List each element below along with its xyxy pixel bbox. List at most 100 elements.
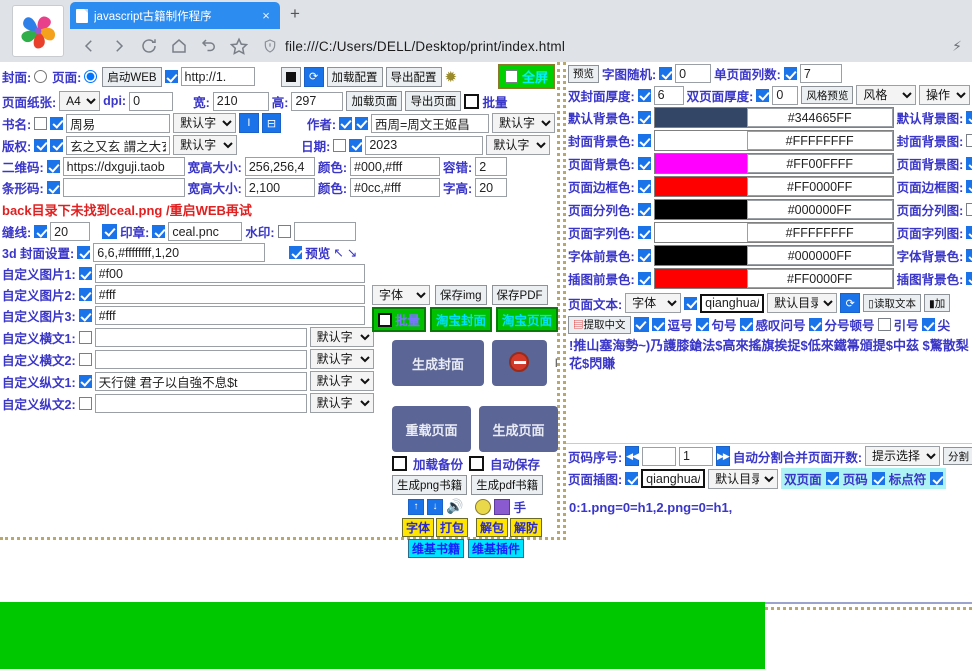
barcode-fh-input[interactable] [475,178,507,197]
custom-row-input[interactable] [95,285,365,304]
date-input[interactable] [365,136,483,155]
cover-radio[interactable] [34,70,47,83]
back-arrow-icon[interactable] [74,31,104,61]
unlock-button[interactable]: 解防 [510,518,542,537]
batch-green-checkbox[interactable] [378,313,392,327]
color-swatch-field[interactable] [654,130,894,151]
custom-row-font-select[interactable]: 默认字 [310,327,374,347]
barcode-color-input[interactable] [350,178,440,197]
taobao-cover-button[interactable]: 淘宝封面 [430,307,492,332]
extract-option-checkbox[interactable] [740,318,753,331]
color-swatch[interactable] [655,154,747,173]
font-tool-button[interactable]: 字体 [402,518,434,537]
cover3d-input[interactable] [93,243,265,262]
color-checkbox[interactable] [638,180,651,193]
author-font-select[interactable]: 默认字 [492,113,555,133]
page-text-body[interactable]: !推山塞海勢~)乃護膝鎗法$高來搖旗挨捉$低來鐵箒頒提$中茲 $驚散梨花$閃賺 [569,337,969,441]
color-checkbox[interactable] [638,111,651,124]
unpack-button[interactable]: 解包 [476,518,508,537]
custom-row-input[interactable] [95,264,365,283]
generate-page-button[interactable]: 生成页面 [479,406,558,452]
browser-tab-active[interactable]: javascript古籍制作程序 × [70,2,280,29]
color-swatch[interactable] [655,246,747,265]
read-text-button[interactable]: ▯读取文本 [863,294,921,312]
image-checkbox[interactable] [966,157,972,170]
custom-row-input[interactable] [95,372,307,391]
bookname-font-select[interactable]: 默认字 [173,113,236,133]
custom-row-checkbox[interactable] [79,397,92,410]
punctuation-checkbox[interactable] [930,472,943,485]
custom-row-font-select[interactable]: 默认字 [310,371,374,391]
color-hex-input[interactable] [747,154,893,173]
color-swatch[interactable] [655,200,747,219]
generate-cover-button[interactable]: 生成封面 [392,340,484,386]
page-text-font-select[interactable]: 字体 [625,293,681,313]
generate-png-book-button[interactable]: 生成png书籍 [392,475,467,495]
add-text-button[interactable]: ▮加 [924,294,950,312]
stamp-checkbox[interactable] [152,225,165,238]
page-illustration-input[interactable] [641,469,705,488]
fullscreen-button[interactable]: 全屏 [498,64,555,89]
refresh-icon[interactable]: ⟳ [840,293,860,313]
export-config-button[interactable]: 导出配置 [386,67,442,87]
web-url-input[interactable] [181,67,255,86]
fullscreen-checkbox[interactable] [505,70,518,83]
compass-icon[interactable] [494,499,510,515]
barcode-size-input[interactable] [245,178,315,197]
width-input[interactable] [213,92,269,111]
hand-tool-label[interactable]: 手 [513,497,526,516]
barcode-input[interactable] [63,178,185,197]
gear-icon[interactable]: ✹ [445,68,458,86]
author-input[interactable] [371,114,489,133]
custom-row-checkbox[interactable] [79,353,92,366]
close-icon[interactable]: × [258,8,274,23]
resize-se-icon[interactable]: ↘ [347,245,357,260]
pack-button[interactable]: 打包 [436,518,468,537]
extract-option-checkbox[interactable] [652,318,665,331]
color-checkbox[interactable] [638,134,651,147]
load-page-button[interactable]: 加载页面 [346,91,402,111]
page-text-dir-select[interactable]: 默认目录 [767,293,837,313]
page-illustration-dir-select[interactable]: 默认目录 [708,469,778,489]
custom-row-checkbox[interactable] [79,267,92,280]
color-hex-input[interactable] [747,177,893,196]
qrcode-size-input[interactable] [245,157,315,176]
bookname-checkbox-2[interactable] [50,117,63,130]
color-checkbox[interactable] [638,157,651,170]
style-select[interactable]: 风格 [856,85,916,105]
cover-thickness-checkbox[interactable] [638,89,651,102]
extract-lead-checkbox[interactable] [634,317,649,332]
color-hex-input[interactable] [747,108,893,127]
custom-row-input[interactable] [95,350,307,369]
resize-nw-icon[interactable]: ↖ [333,245,343,260]
image-checkbox[interactable] [966,180,972,193]
operation-select[interactable]: 操作 [919,85,970,105]
mid-font-select[interactable]: 字体 [372,285,430,305]
first-page-icon[interactable]: ◀◀ [625,446,639,466]
lightning-icon[interactable]: ⚡ [952,38,962,55]
page-text-input[interactable] [700,294,764,313]
page-number-blank-input[interactable] [642,447,676,466]
color-checkbox[interactable] [638,203,651,216]
undo-history-icon[interactable] [194,31,224,61]
stamp-input[interactable] [168,222,242,241]
speaker-icon[interactable]: 🔊 [446,498,463,515]
image-checkbox[interactable] [966,111,972,124]
image-checkbox[interactable] [966,203,972,216]
preview-button[interactable]: 预览 [568,65,599,83]
page-illustration-checkbox[interactable] [625,472,638,485]
custom-row-checkbox[interactable] [79,288,92,301]
extract-option-checkbox[interactable] [878,318,891,331]
height-input[interactable] [291,92,343,111]
bookname-italic-button[interactable]: I [239,113,259,133]
color-swatch-field[interactable] [654,222,894,243]
copyright-checkbox-2[interactable] [50,139,63,152]
color-hex-input[interactable] [747,200,893,219]
batch-green-button[interactable]: 批量 [372,307,426,332]
copyright-font-select[interactable]: 默认字 [173,135,237,155]
page-thickness-input[interactable] [772,86,798,105]
load-backup-checkbox[interactable] [392,456,407,471]
seam-checkbox[interactable] [34,225,47,238]
wiki-book-button[interactable]: 维基书籍 [408,539,464,558]
page-radio[interactable] [84,70,97,83]
